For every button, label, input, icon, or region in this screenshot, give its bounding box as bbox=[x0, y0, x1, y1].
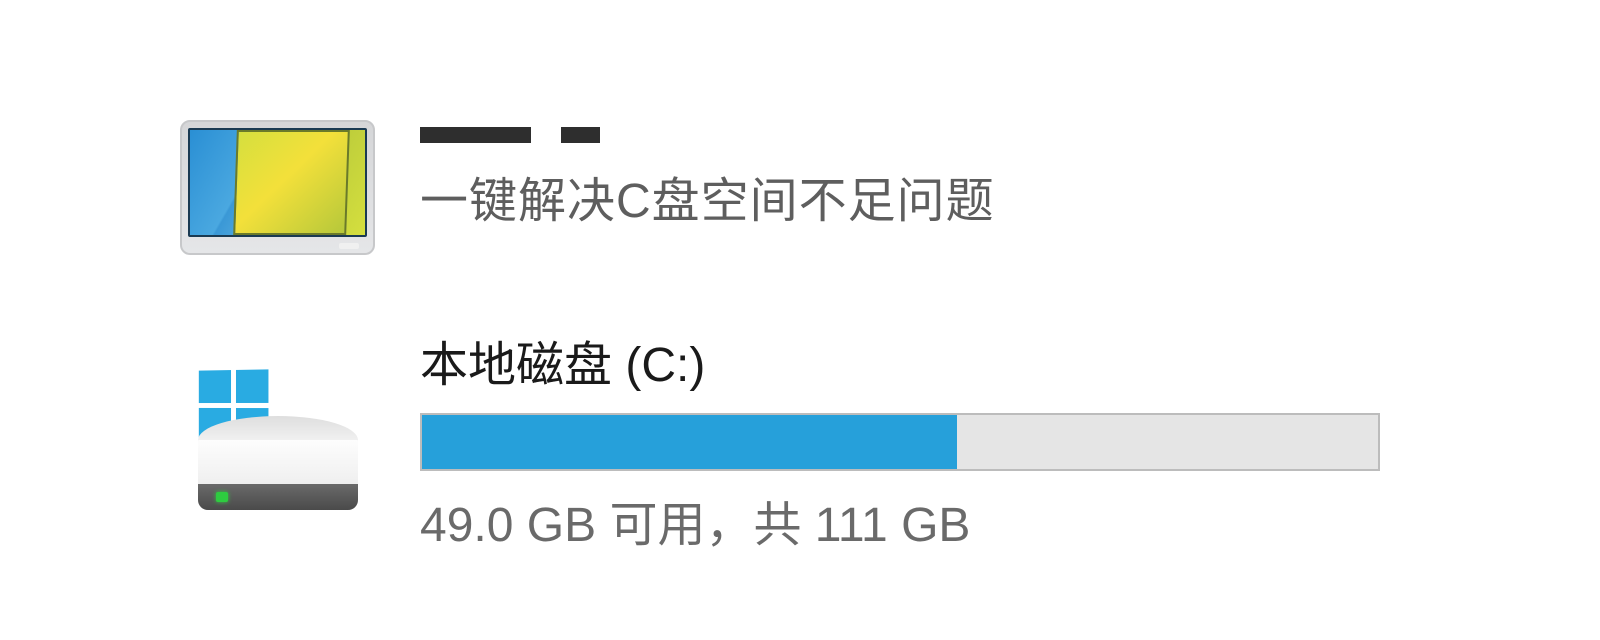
cleanup-tool-item[interactable]: 一键解决C盘空间不足问题 bbox=[180, 120, 1600, 265]
drive-label: 本地磁盘 (C:) bbox=[420, 325, 1380, 395]
cleanup-title-fragment bbox=[420, 127, 600, 145]
local-disk-c-item[interactable]: 本地磁盘 (C:) 49.0 GB 可用，共 111 GB bbox=[180, 325, 1600, 555]
drive-usage-bar bbox=[420, 413, 1380, 471]
cleanup-description: 一键解决C盘空间不足问题 bbox=[420, 161, 995, 231]
system-drive-icon bbox=[198, 370, 358, 510]
drive-usage-fill bbox=[422, 415, 957, 469]
drive-space-text: 49.0 GB 可用，共 111 GB bbox=[420, 485, 1380, 555]
monitor-cleanup-icon bbox=[180, 120, 375, 265]
